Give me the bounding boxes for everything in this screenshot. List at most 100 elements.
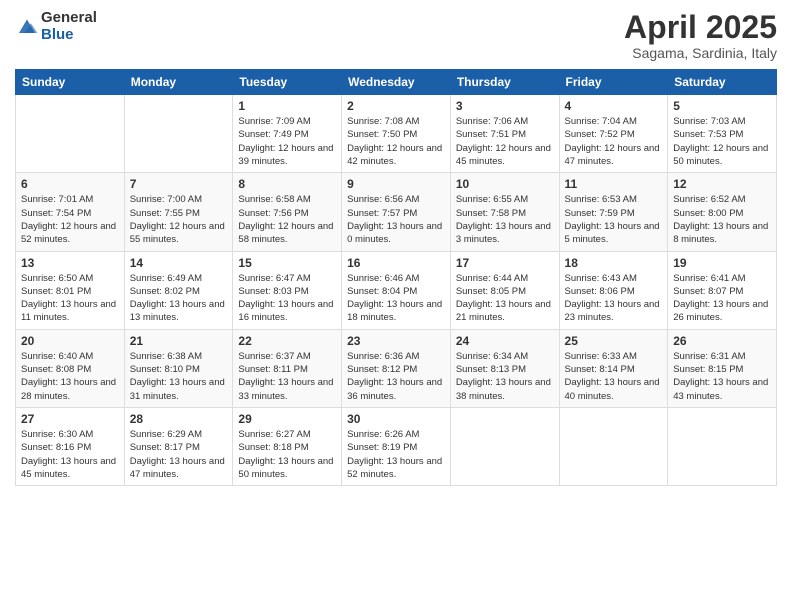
day-info: Sunrise: 6:38 AMSunset: 8:10 PMDaylight:… bbox=[130, 350, 228, 403]
day-cell: 20 Sunrise: 6:40 AMSunset: 8:08 PMDayligh… bbox=[16, 329, 125, 407]
week-row-5: 27 Sunrise: 6:30 AMSunset: 8:16 PMDayligh… bbox=[16, 407, 777, 485]
day-number: 19 bbox=[673, 256, 771, 270]
day-info: Sunrise: 6:43 AMSunset: 8:06 PMDaylight:… bbox=[565, 272, 663, 325]
day-number: 27 bbox=[21, 412, 119, 426]
day-cell: 6 Sunrise: 7:01 AMSunset: 7:54 PMDaylight… bbox=[16, 173, 125, 251]
header-cell-monday: Monday bbox=[124, 70, 233, 95]
day-cell: 4Sunrise: 7:04 AMSunset: 7:52 PMDaylight… bbox=[559, 95, 668, 173]
day-info: Sunrise: 6:34 AMSunset: 8:13 PMDaylight:… bbox=[456, 350, 554, 403]
day-cell: 11 Sunrise: 6:53 AMSunset: 7:59 PMDayligh… bbox=[559, 173, 668, 251]
day-info: Sunrise: 6:58 AMSunset: 7:56 PMDaylight:… bbox=[238, 193, 336, 246]
day-number: 1 bbox=[238, 99, 336, 113]
calendar-title: April 2025 bbox=[624, 10, 777, 45]
day-number: 22 bbox=[238, 334, 336, 348]
header-cell-tuesday: Tuesday bbox=[233, 70, 342, 95]
day-number: 12 bbox=[673, 177, 771, 191]
day-info: Sunrise: 6:30 AMSunset: 8:16 PMDaylight:… bbox=[21, 428, 119, 481]
day-info: Sunrise: 6:29 AMSunset: 8:17 PMDaylight:… bbox=[130, 428, 228, 481]
day-cell bbox=[559, 407, 668, 485]
day-cell: 3Sunrise: 7:06 AMSunset: 7:51 PMDaylight… bbox=[450, 95, 559, 173]
day-cell bbox=[16, 95, 125, 173]
day-cell bbox=[668, 407, 777, 485]
day-info: Sunrise: 6:36 AMSunset: 8:12 PMDaylight:… bbox=[347, 350, 445, 403]
day-info: Sunrise: 6:37 AMSunset: 8:11 PMDaylight:… bbox=[238, 350, 336, 403]
day-cell: 9Sunrise: 6:56 AMSunset: 7:57 PMDaylight… bbox=[342, 173, 451, 251]
day-info: Sunrise: 6:50 AMSunset: 8:01 PMDaylight:… bbox=[21, 272, 119, 325]
day-cell: 28 Sunrise: 6:29 AMSunset: 8:17 PMDayligh… bbox=[124, 407, 233, 485]
day-cell: 18Sunrise: 6:43 AMSunset: 8:06 PMDayligh… bbox=[559, 251, 668, 329]
day-number: 29 bbox=[238, 412, 336, 426]
day-info: Sunrise: 7:08 AMSunset: 7:50 PMDaylight:… bbox=[347, 115, 445, 168]
day-cell: 26Sunrise: 6:31 AMSunset: 8:15 PMDayligh… bbox=[668, 329, 777, 407]
day-number: 6 bbox=[21, 177, 119, 191]
day-number: 13 bbox=[21, 256, 119, 270]
logo-blue: Blue bbox=[41, 27, 97, 44]
day-number: 26 bbox=[673, 334, 771, 348]
logo-icon bbox=[15, 17, 39, 37]
day-cell bbox=[450, 407, 559, 485]
day-cell: 16Sunrise: 6:46 AMSunset: 8:04 PMDayligh… bbox=[342, 251, 451, 329]
day-cell: 22 Sunrise: 6:37 AMSunset: 8:11 PMDayligh… bbox=[233, 329, 342, 407]
day-cell: 5Sunrise: 7:03 AMSunset: 7:53 PMDaylight… bbox=[668, 95, 777, 173]
calendar-body: 1 Sunrise: 7:09 AMSunset: 7:49 PMDaylight… bbox=[16, 95, 777, 486]
day-number: 16 bbox=[347, 256, 445, 270]
day-cell: 12Sunrise: 6:52 AMSunset: 8:00 PMDayligh… bbox=[668, 173, 777, 251]
header-cell-wednesday: Wednesday bbox=[342, 70, 451, 95]
day-number: 21 bbox=[130, 334, 228, 348]
day-info: Sunrise: 6:44 AMSunset: 8:05 PMDaylight:… bbox=[456, 272, 554, 325]
day-info: Sunrise: 7:09 AMSunset: 7:49 PMDaylight:… bbox=[238, 115, 336, 168]
day-number: 2 bbox=[347, 99, 445, 113]
calendar-header: SundayMondayTuesdayWednesdayThursdayFrid… bbox=[16, 70, 777, 95]
day-cell: 15 Sunrise: 6:47 AMSunset: 8:03 PMDayligh… bbox=[233, 251, 342, 329]
day-cell: 10Sunrise: 6:55 AMSunset: 7:58 PMDayligh… bbox=[450, 173, 559, 251]
day-number: 11 bbox=[565, 177, 663, 191]
day-cell: 7Sunrise: 7:00 AMSunset: 7:55 PMDaylight… bbox=[124, 173, 233, 251]
day-cell: 17 Sunrise: 6:44 AMSunset: 8:05 PMDayligh… bbox=[450, 251, 559, 329]
day-cell: 25 Sunrise: 6:33 AMSunset: 8:14 PMDayligh… bbox=[559, 329, 668, 407]
header-cell-thursday: Thursday bbox=[450, 70, 559, 95]
week-row-2: 6 Sunrise: 7:01 AMSunset: 7:54 PMDaylight… bbox=[16, 173, 777, 251]
day-number: 10 bbox=[456, 177, 554, 191]
day-number: 4 bbox=[565, 99, 663, 113]
logo-general: General bbox=[41, 10, 97, 27]
page: General Blue April 2025 Sagama, Sardinia… bbox=[0, 0, 792, 612]
header: General Blue April 2025 Sagama, Sardinia… bbox=[15, 10, 777, 61]
day-cell: 19 Sunrise: 6:41 AMSunset: 8:07 PMDayligh… bbox=[668, 251, 777, 329]
day-number: 14 bbox=[130, 256, 228, 270]
day-number: 3 bbox=[456, 99, 554, 113]
week-row-4: 20 Sunrise: 6:40 AMSunset: 8:08 PMDayligh… bbox=[16, 329, 777, 407]
title-block: April 2025 Sagama, Sardinia, Italy bbox=[624, 10, 777, 61]
day-number: 25 bbox=[565, 334, 663, 348]
day-info: Sunrise: 7:00 AMSunset: 7:55 PMDaylight:… bbox=[130, 193, 228, 246]
day-number: 8 bbox=[238, 177, 336, 191]
day-info: Sunrise: 6:26 AMSunset: 8:19 PMDaylight:… bbox=[347, 428, 445, 481]
calendar-table: SundayMondayTuesdayWednesdayThursdayFrid… bbox=[15, 69, 777, 486]
day-number: 15 bbox=[238, 256, 336, 270]
day-info: Sunrise: 6:40 AMSunset: 8:08 PMDaylight:… bbox=[21, 350, 119, 403]
day-cell: 24 Sunrise: 6:34 AMSunset: 8:13 PMDayligh… bbox=[450, 329, 559, 407]
day-number: 24 bbox=[456, 334, 554, 348]
day-info: Sunrise: 6:33 AMSunset: 8:14 PMDaylight:… bbox=[565, 350, 663, 403]
day-number: 28 bbox=[130, 412, 228, 426]
day-cell: 27 Sunrise: 6:30 AMSunset: 8:16 PMDayligh… bbox=[16, 407, 125, 485]
day-cell: 21 Sunrise: 6:38 AMSunset: 8:10 PMDayligh… bbox=[124, 329, 233, 407]
day-cell: 8 Sunrise: 6:58 AMSunset: 7:56 PMDaylight… bbox=[233, 173, 342, 251]
day-cell: 2 Sunrise: 7:08 AMSunset: 7:50 PMDaylight… bbox=[342, 95, 451, 173]
logo: General Blue bbox=[15, 10, 97, 43]
day-info: Sunrise: 6:27 AMSunset: 8:18 PMDaylight:… bbox=[238, 428, 336, 481]
day-info: Sunrise: 7:01 AMSunset: 7:54 PMDaylight:… bbox=[21, 193, 119, 246]
day-info: Sunrise: 6:47 AMSunset: 8:03 PMDaylight:… bbox=[238, 272, 336, 325]
day-cell: 13 Sunrise: 6:50 AMSunset: 8:01 PMDayligh… bbox=[16, 251, 125, 329]
day-info: Sunrise: 6:41 AMSunset: 8:07 PMDaylight:… bbox=[673, 272, 771, 325]
day-info: Sunrise: 6:53 AMSunset: 7:59 PMDaylight:… bbox=[565, 193, 663, 246]
day-cell bbox=[124, 95, 233, 173]
day-number: 20 bbox=[21, 334, 119, 348]
day-cell: 30Sunrise: 6:26 AMSunset: 8:19 PMDayligh… bbox=[342, 407, 451, 485]
day-info: Sunrise: 7:03 AMSunset: 7:53 PMDaylight:… bbox=[673, 115, 771, 168]
header-row: SundayMondayTuesdayWednesdayThursdayFrid… bbox=[16, 70, 777, 95]
day-cell: 29 Sunrise: 6:27 AMSunset: 8:18 PMDayligh… bbox=[233, 407, 342, 485]
day-number: 17 bbox=[456, 256, 554, 270]
header-cell-sunday: Sunday bbox=[16, 70, 125, 95]
week-row-3: 13 Sunrise: 6:50 AMSunset: 8:01 PMDayligh… bbox=[16, 251, 777, 329]
header-cell-saturday: Saturday bbox=[668, 70, 777, 95]
